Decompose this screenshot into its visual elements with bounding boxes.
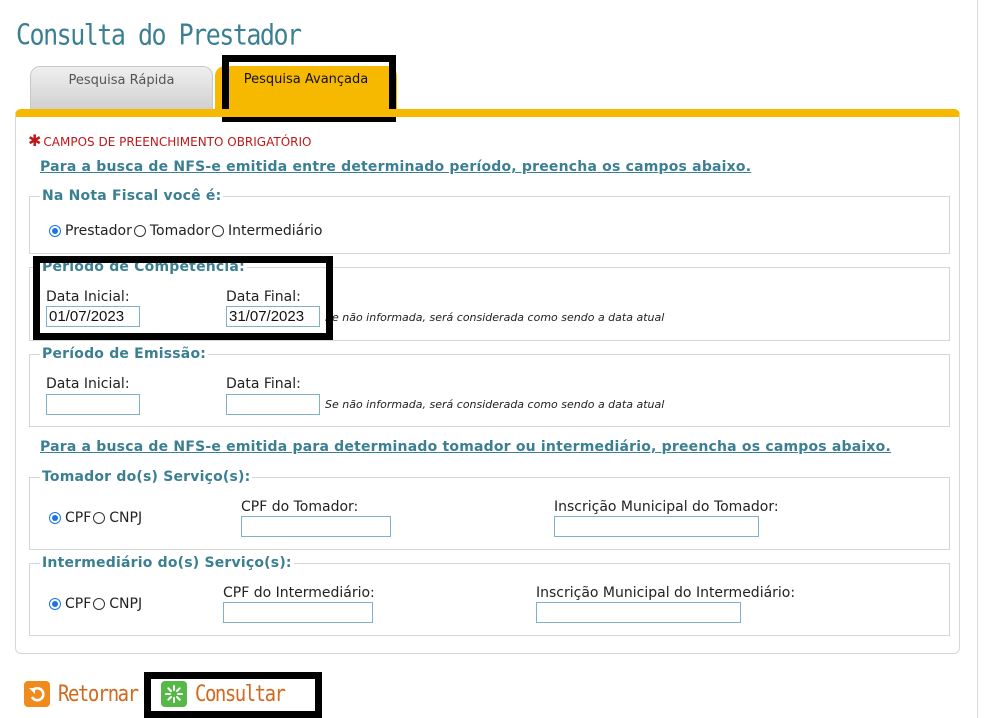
- competencia-start-label: Data Inicial:: [46, 289, 130, 305]
- tomador-doc-input[interactable]: [241, 516, 391, 537]
- radio-tomador[interactable]: Tomador: [133, 223, 210, 239]
- radio-intermediario-cnpj-label: CNPJ: [109, 596, 143, 612]
- radio-checked-icon[interactable]: [49, 512, 61, 524]
- intermediario-im-label: Inscrição Municipal do Intermediário:: [536, 585, 796, 601]
- tomador-im-label: Inscrição Municipal do Tomador:: [554, 499, 779, 515]
- radio-checked-icon[interactable]: [49, 598, 61, 610]
- tab-pesquisa-avancada[interactable]: Pesquisa Avançada: [215, 66, 397, 110]
- period-info-text: Para a busca de NFS-e emitida entre dete…: [40, 159, 752, 175]
- emissao-fieldset: Período de Emissão:: [29, 346, 950, 427]
- intermediario-doc-input[interactable]: [223, 602, 373, 623]
- radio-tomador-label: Tomador: [149, 223, 210, 239]
- radio-prestador[interactable]: Prestador: [49, 223, 132, 239]
- intermediario-doc-radio-group: CPF CNPJ: [49, 596, 144, 612]
- radio-intermediario[interactable]: Intermediário: [212, 223, 322, 239]
- tomador-im-input[interactable]: [554, 516, 759, 537]
- competencia-legend: Período de Competência:: [42, 259, 245, 275]
- retornar-button[interactable]: Retornar: [24, 681, 139, 707]
- tomador-fieldset: Tomador do(s) Serviço(s):: [29, 469, 950, 550]
- role-legend: Na Nota Fiscal você é:: [42, 188, 222, 204]
- tomador-doc-radio-group: CPF CNPJ: [49, 510, 144, 526]
- radio-tomador-cnpj-label: CNPJ: [109, 510, 143, 526]
- tomador-legend: Tomador do(s) Serviço(s):: [42, 469, 251, 485]
- radio-unchecked-icon[interactable]: [93, 598, 106, 610]
- intermediario-fieldset: Intermediário do(s) Serviço(s):: [29, 555, 950, 636]
- page-title: Consulta do Prestador: [16, 18, 302, 52]
- radio-unchecked-icon[interactable]: [93, 512, 106, 524]
- required-note-text: CAMPOS DE PREENCHIMENTO OBRIGATÓRIO: [43, 135, 312, 149]
- intermediario-doc-label: CPF do Intermediário:: [223, 585, 375, 601]
- emissao-end-input[interactable]: [226, 394, 320, 415]
- right-border: [977, 0, 978, 718]
- party-info-text: Para a busca de NFS-e emitida para deter…: [40, 439, 891, 455]
- radio-tomador-cpf-label: CPF: [65, 510, 92, 526]
- role-fieldset: Na Nota Fiscal você é:: [29, 188, 950, 254]
- role-radio-group: Prestador Tomador Intermediário: [49, 223, 324, 239]
- competencia-hint: Se não informada, será considerada como …: [325, 311, 665, 324]
- emissao-end-label: Data Final:: [226, 376, 301, 392]
- tab-pesquisa-rapida[interactable]: Pesquisa Rápida: [30, 66, 213, 111]
- emissao-start-label: Data Inicial:: [46, 376, 130, 392]
- competencia-fieldset: Período de Competência:: [29, 259, 950, 341]
- asterisk-icon: ✱: [28, 131, 42, 150]
- loading-spinner-icon: [161, 681, 187, 707]
- radio-tomador-cpf[interactable]: CPF: [49, 510, 91, 526]
- radio-tomador-cnpj[interactable]: CNPJ: [93, 510, 142, 526]
- intermediario-im-input[interactable]: [536, 602, 741, 623]
- consultar-label: Consultar: [195, 681, 286, 707]
- emissao-start-input[interactable]: [46, 394, 140, 415]
- radio-unchecked-icon[interactable]: [212, 225, 224, 237]
- retornar-label: Retornar: [58, 681, 139, 707]
- tomador-doc-label: CPF do Tomador:: [241, 499, 359, 515]
- radio-intermediario-cnpj[interactable]: CNPJ: [93, 596, 142, 612]
- required-fields-note: ✱ CAMPOS DE PREENCHIMENTO OBRIGATÓRIO: [28, 131, 311, 150]
- competencia-end-label: Data Final:: [226, 289, 301, 305]
- emissao-hint: Se não informada, será considerada como …: [325, 398, 665, 411]
- radio-unchecked-icon[interactable]: [133, 225, 146, 237]
- radio-intermediario-cpf[interactable]: CPF: [49, 596, 91, 612]
- radio-checked-icon[interactable]: [49, 225, 61, 237]
- emissao-legend: Período de Emissão:: [42, 346, 207, 362]
- intermediario-legend: Intermediário do(s) Serviço(s):: [42, 555, 292, 571]
- competencia-start-input[interactable]: 01/07/2023: [46, 306, 140, 327]
- radio-intermediario-label: Intermediário: [228, 223, 323, 239]
- radio-prestador-label: Prestador: [65, 223, 132, 239]
- undo-icon: [24, 681, 50, 707]
- consultar-button[interactable]: Consultar: [161, 681, 286, 707]
- radio-intermediario-cpf-label: CPF: [65, 596, 92, 612]
- competencia-end-input[interactable]: 31/07/2023: [226, 306, 320, 327]
